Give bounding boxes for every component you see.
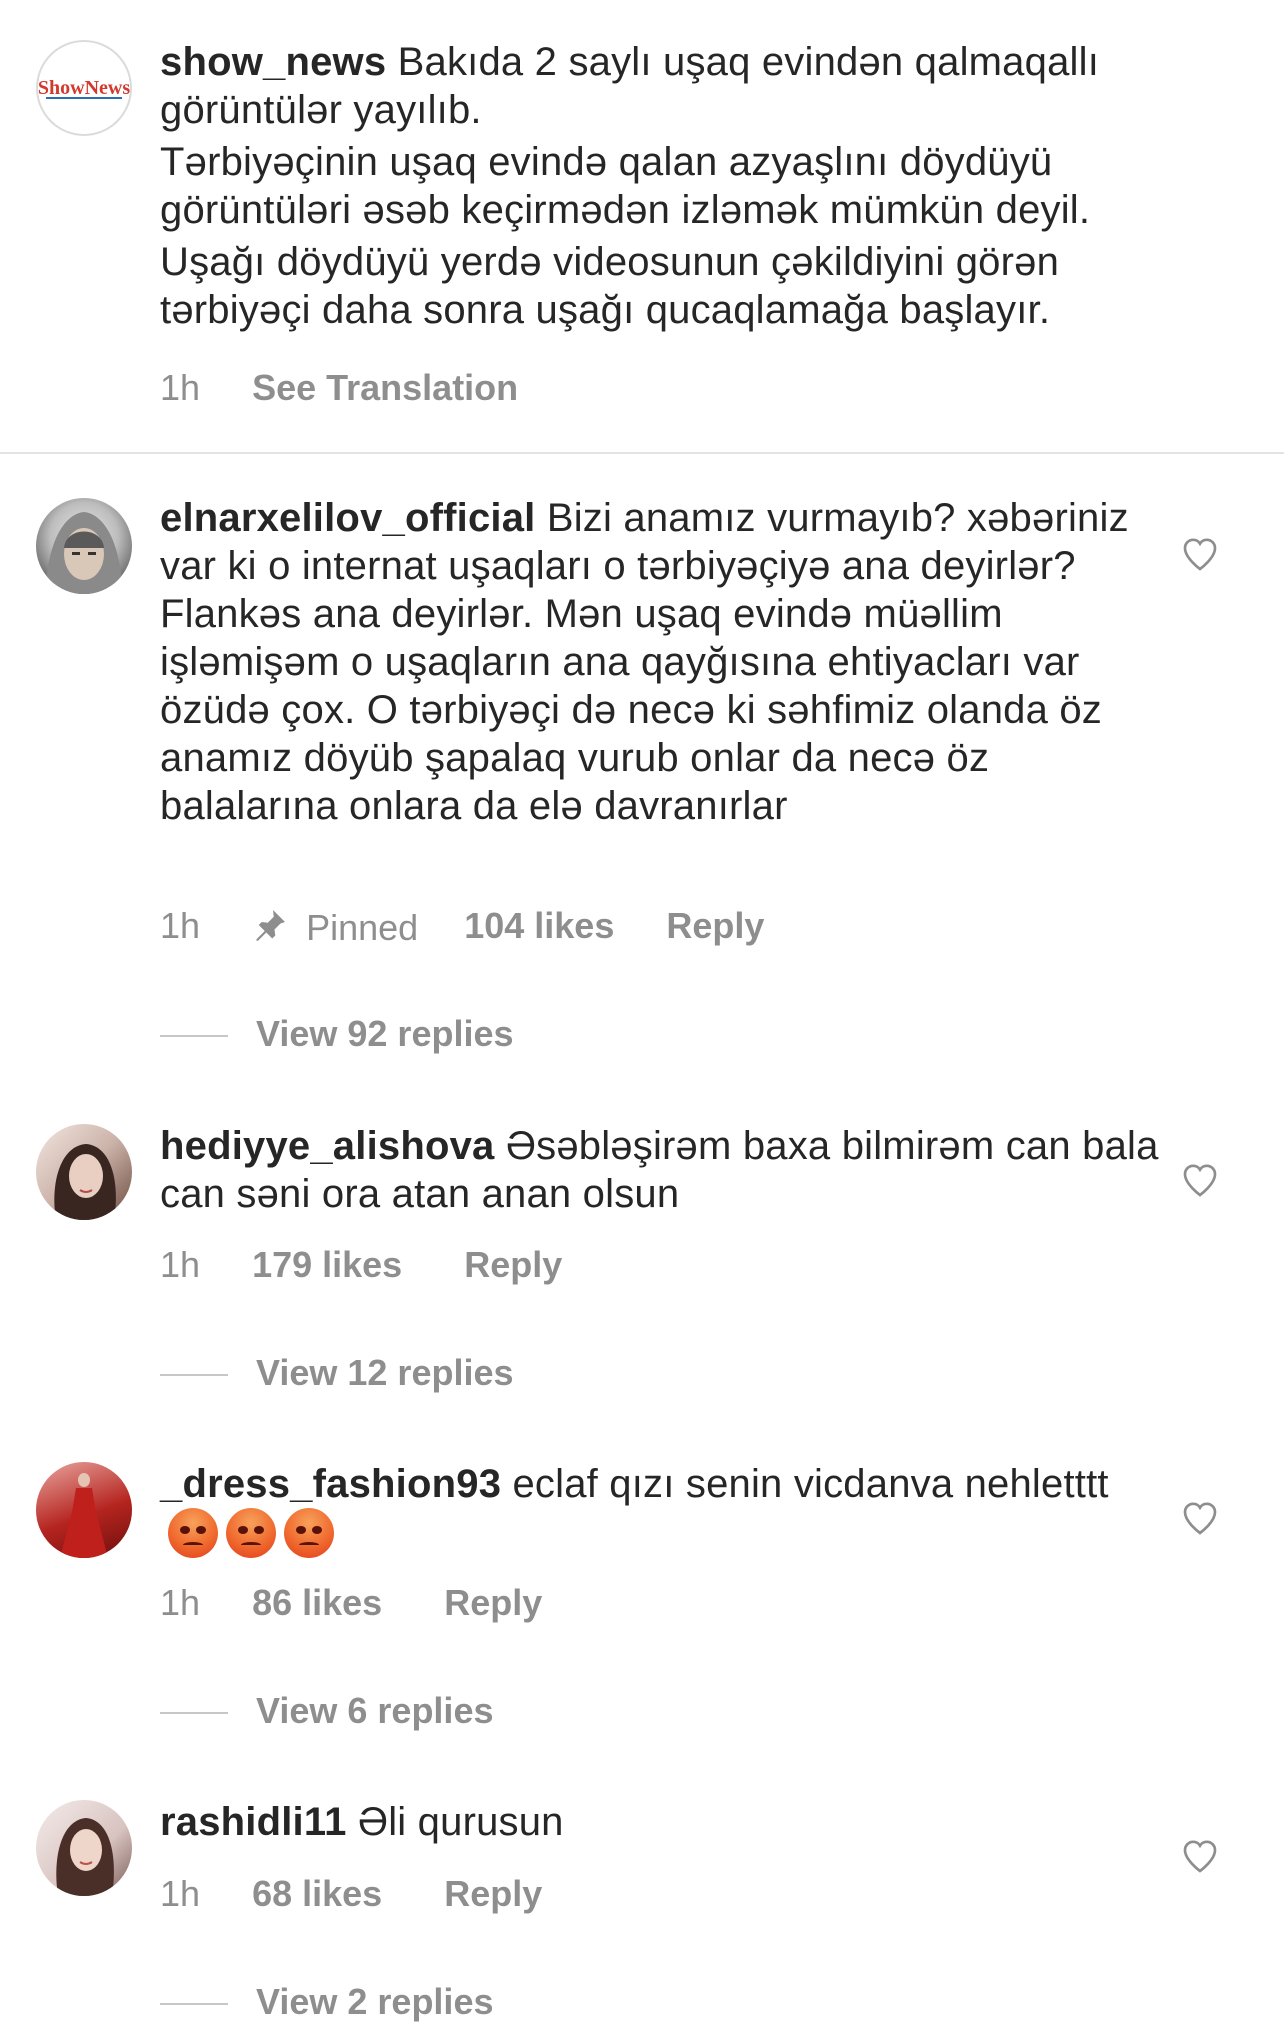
post-caption: ShowNews show_news Bakıda 2 saylı uşaq e… xyxy=(0,0,1284,452)
avatar[interactable] xyxy=(36,1462,132,1558)
replies-line xyxy=(160,1035,228,1038)
pin-icon xyxy=(256,910,286,941)
avatar[interactable] xyxy=(36,1800,132,1896)
comment-meta: 1h 179 likes Reply xyxy=(160,1243,562,1286)
view-replies-button[interactable]: View 12 replies xyxy=(160,1353,514,1393)
comment-username[interactable]: elnarxelilov_official xyxy=(160,496,535,540)
comment-text: _dress_fashion93 eclaf qızı senin vicdan… xyxy=(160,1460,1160,1559)
divider xyxy=(0,452,1284,454)
reply-button[interactable]: Reply xyxy=(464,1245,562,1285)
pouting-face-emoji xyxy=(168,1508,218,1558)
comment-meta: 1h 68 likes Reply xyxy=(160,1872,542,1915)
heart-outline-icon[interactable] xyxy=(1180,1160,1220,1200)
heart-outline-icon[interactable] xyxy=(1180,1836,1220,1876)
heart-outline-icon[interactable] xyxy=(1180,1498,1220,1538)
comment-time: 1h xyxy=(160,1582,201,1624)
comment-time: 1h xyxy=(160,1244,201,1286)
replies-line xyxy=(160,1374,228,1377)
view-replies-label: View 12 replies xyxy=(256,1352,514,1393)
comment-body: Bizi anamız vurmayıb? xəbəriniz var ki o… xyxy=(160,496,1129,828)
pouting-face-emoji xyxy=(284,1508,334,1558)
avatar-image xyxy=(56,1818,114,1896)
caption-time: 1h xyxy=(160,367,201,409)
avatar-image xyxy=(60,1473,108,1558)
comment-meta: 1h Pinned 104 likes Reply xyxy=(160,904,764,947)
reply-button[interactable]: Reply xyxy=(444,1874,542,1914)
comment-username[interactable]: hediyye_alishova xyxy=(160,1124,495,1168)
shownews-logo: ShowNews xyxy=(38,77,130,99)
comment-meta: 1h 86 likes Reply xyxy=(160,1581,542,1624)
see-translation-button[interactable]: See Translation xyxy=(252,368,518,408)
likes-count[interactable]: 179 likes xyxy=(252,1245,402,1285)
heart-outline-icon[interactable] xyxy=(1180,534,1220,574)
logo-text: ShowNews xyxy=(38,77,130,99)
view-replies-label: View 92 replies xyxy=(256,1013,514,1054)
likes-count[interactable]: 68 likes xyxy=(252,1874,382,1914)
pinned-indicator: Pinned xyxy=(252,905,418,947)
view-replies-button[interactable]: View 2 replies xyxy=(160,1982,493,2022)
caption-paragraph-3: Uşağı döydüyü yerdə videosunun çəkildiyi… xyxy=(160,240,1060,332)
avatar[interactable] xyxy=(36,1124,132,1220)
comment-text: elnarxelilov_official Bizi anamız vurmay… xyxy=(160,494,1160,830)
caption-username[interactable]: show_news xyxy=(160,40,386,84)
reply-button[interactable]: Reply xyxy=(444,1583,542,1623)
view-replies-label: View 6 replies xyxy=(256,1690,494,1731)
likes-count[interactable]: 104 likes xyxy=(464,906,614,946)
replies-line xyxy=(160,2003,228,2006)
comment-time: 1h xyxy=(160,905,201,947)
likes-count[interactable]: 86 likes xyxy=(252,1583,382,1623)
reply-button[interactable]: Reply xyxy=(666,906,764,946)
comment-body: Əli qurusun xyxy=(357,1800,564,1844)
caption-meta: 1h See Translation xyxy=(160,366,518,409)
avatar-image xyxy=(54,1144,116,1220)
pouting-face-emoji xyxy=(226,1508,276,1558)
comment-body: eclaf qızı senin vicdanva nehletttt xyxy=(512,1462,1109,1506)
comment-username[interactable]: _dress_fashion93 xyxy=(160,1462,501,1506)
caption-paragraph-2: Tərbiyəçinin uşaq evində qalan azyaşlını… xyxy=(160,140,1091,232)
avatar[interactable] xyxy=(36,498,132,594)
comment-text: hediyye_alishova Əsəbləşirəm baxa bilmir… xyxy=(160,1122,1160,1218)
comment-time: 1h xyxy=(160,1873,201,1915)
avatar[interactable]: ShowNews xyxy=(36,40,132,136)
replies-line xyxy=(160,1712,228,1715)
caption-text: show_news Bakıda 2 saylı uşaq evindən qa… xyxy=(160,38,1160,334)
avatar-image xyxy=(46,512,122,594)
pinned-label: Pinned xyxy=(306,906,419,948)
comment-username[interactable]: rashidli11 xyxy=(160,1800,347,1844)
view-replies-label: View 2 replies xyxy=(256,1981,494,2022)
comment-text: rashidli11 Əli qurusun xyxy=(160,1798,1160,1846)
view-replies-button[interactable]: View 6 replies xyxy=(160,1691,493,1731)
view-replies-button[interactable]: View 92 replies xyxy=(160,1014,514,1054)
